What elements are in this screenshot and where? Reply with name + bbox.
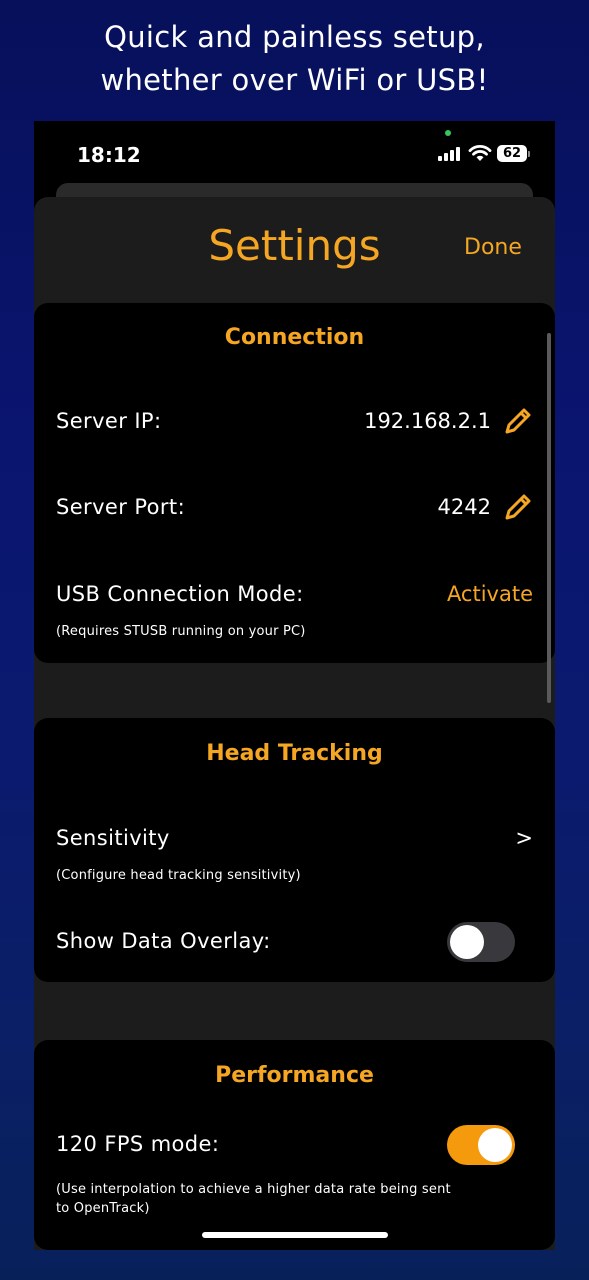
server-port-label: Server Port:	[56, 495, 186, 519]
server-ip-value: 192.168.2.1	[364, 409, 491, 433]
home-indicator[interactable]	[202, 1232, 388, 1238]
promo-caption: Quick and painless setup, whether over W…	[0, 16, 589, 102]
signal-icon	[438, 146, 462, 161]
overlay-label: Show Data Overlay:	[56, 929, 271, 953]
battery-tip	[528, 151, 530, 157]
battery-icon: 62	[497, 145, 527, 162]
connection-title: Connection	[224, 325, 365, 350]
fps-mode-toggle[interactable]	[447, 1125, 515, 1165]
toggle-knob	[450, 925, 484, 959]
toggle-knob	[478, 1128, 512, 1162]
server-ip-label: Server IP:	[56, 409, 162, 433]
phone-screen: 18:12 62 Settings Done Connection Server…	[34, 121, 555, 1250]
server-port-value: 4242	[437, 495, 491, 519]
status-bar: 18:12 62	[34, 121, 555, 181]
status-time: 18:12	[77, 143, 141, 167]
promo-line-2: whether over WiFi or USB!	[100, 63, 489, 97]
sensitivity-chevron-icon[interactable]: >	[515, 826, 533, 850]
edit-port-pencil-icon[interactable]	[503, 492, 533, 522]
usb-mode-label: USB Connection Mode:	[56, 582, 304, 606]
fps-mode-hint-1: (Use interpolation to achieve a higher d…	[56, 1182, 451, 1197]
connection-card: Connection Server IP: 192.168.2.1 Server…	[34, 303, 555, 663]
sensitivity-label[interactable]: Sensitivity	[56, 826, 170, 850]
fps-mode-label: 120 FPS mode:	[56, 1132, 220, 1156]
edit-ip-pencil-icon[interactable]	[503, 406, 533, 436]
performance-title: Performance	[215, 1063, 374, 1088]
usb-activate-button[interactable]: Activate	[447, 582, 533, 606]
promo-line-1: Quick and painless setup,	[104, 20, 485, 54]
done-button[interactable]: Done	[464, 235, 522, 260]
performance-card: Performance 120 FPS mode: (Use interpola…	[34, 1040, 555, 1250]
head-tracking-card: Head Tracking Sensitivity > (Configure h…	[34, 718, 555, 982]
head-tracking-title: Head Tracking	[206, 741, 383, 766]
overlay-toggle[interactable]	[447, 922, 515, 962]
fps-mode-hint-2: to OpenTrack)	[56, 1201, 150, 1216]
wifi-icon	[468, 145, 492, 161]
sensitivity-hint: (Configure head tracking sensitivity)	[56, 868, 301, 883]
camera-indicator-icon	[445, 130, 451, 136]
usb-mode-hint: (Requires STUSB running on your PC)	[56, 624, 306, 639]
scrollbar[interactable]	[547, 333, 551, 703]
